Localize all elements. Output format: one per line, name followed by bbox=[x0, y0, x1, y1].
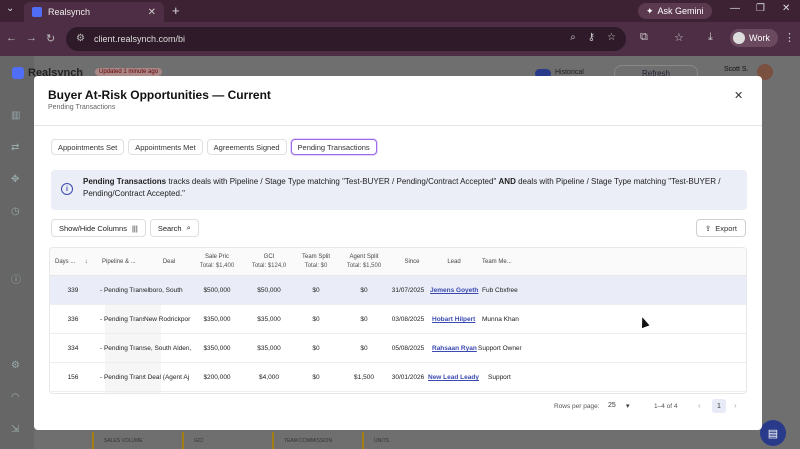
col-deal[interactable]: Deal bbox=[146, 248, 192, 276]
metric-card-gci[interactable]: GCI bbox=[182, 432, 272, 449]
info-banner: i Pending Transactions tracks deals with… bbox=[51, 170, 747, 210]
at-risk-modal: Buyer At-Risk Opportunities — Current Pe… bbox=[34, 76, 762, 430]
tab-pending-transactions[interactable]: Pending Transactions bbox=[290, 139, 377, 155]
lead-link[interactable]: New Lead Leady bbox=[428, 363, 480, 392]
forward-icon[interactable]: → bbox=[26, 32, 37, 44]
lead-link[interactable]: Hobart Hilpert bbox=[432, 305, 482, 334]
info-text: Pending Transactions tracks deals with P… bbox=[83, 177, 721, 198]
export-icon: ⇪ bbox=[705, 223, 712, 233]
metric-card-team-commission[interactable]: TEAM COMMISSION bbox=[272, 432, 362, 449]
col-lead[interactable]: Lead bbox=[434, 248, 474, 276]
export-button[interactable]: ⇪ Export bbox=[696, 219, 746, 237]
table-row[interactable]: 334 - Pending Trans se, South Alden, $35… bbox=[50, 334, 746, 363]
tab-agreements-signed[interactable]: Agreements Signed bbox=[206, 139, 287, 155]
realsynch-logo-icon bbox=[12, 67, 24, 79]
search-icon: ⌕ bbox=[186, 223, 191, 232]
col-sale-price[interactable]: Sale Pric Total: $1,400 bbox=[194, 248, 240, 276]
site-info-icon[interactable]: ⚙ bbox=[76, 33, 85, 44]
puzzle-icon[interactable]: ✥ bbox=[11, 174, 23, 186]
tab-appointments-set[interactable]: Appointments Set bbox=[51, 139, 125, 155]
app-sidebar: ▥ ⇄ ✥ ◷ ⓘ ⚙ ◠ ⇲ bbox=[0, 56, 34, 449]
ask-gemini-button[interactable]: ✦ Ask Gemini bbox=[638, 3, 712, 19]
modal-subtitle: Pending Transactions bbox=[48, 104, 116, 111]
tab-appointments-met[interactable]: Appointments Met bbox=[128, 139, 203, 155]
reload-icon[interactable]: ↻ bbox=[46, 32, 55, 45]
info-icon: i bbox=[61, 183, 73, 195]
chat-icon[interactable]: ▤ bbox=[760, 420, 786, 446]
logout-icon[interactable]: ⇲ bbox=[11, 424, 23, 436]
col-gci[interactable]: GCI Total: $124,0 bbox=[246, 248, 292, 276]
bookmark-star-icon[interactable]: ☆ bbox=[607, 32, 616, 43]
stage-tabs: Appointments Set Appointments Met Agreem… bbox=[51, 139, 377, 155]
col-team-split[interactable]: Team Split Total: $0 bbox=[294, 248, 338, 276]
browser-menu-icon[interactable]: ⋮ bbox=[784, 31, 795, 44]
address-bar[interactable]: ⚙ client.realsynch.com/bi ⌕ ⚷ ☆ bbox=[66, 27, 626, 51]
page-number-button[interactable]: 1 bbox=[712, 399, 726, 413]
columns-icon: ||| bbox=[131, 223, 138, 233]
metric-card-sales-volume[interactable]: SALES VOLUME bbox=[92, 432, 182, 449]
url-text: client.realsynch.com/bi bbox=[94, 34, 186, 44]
extensions-icon[interactable]: ⧉ bbox=[640, 31, 648, 44]
col-agent-split[interactable]: Agent Split Total: $1,500 bbox=[340, 248, 388, 276]
table-header: Days ... ↓ Pipeline & ... Deal Sale Pric… bbox=[50, 248, 746, 276]
back-icon[interactable]: ← bbox=[6, 32, 17, 44]
search-button[interactable]: Search ⌕ bbox=[149, 219, 199, 237]
col-pipeline[interactable]: Pipeline & ... bbox=[102, 248, 144, 276]
lead-link[interactable]: Jemens Goyeth bbox=[430, 276, 480, 305]
modal-title: Buyer At-Risk Opportunities — Current bbox=[48, 88, 271, 102]
password-key-icon[interactable]: ⚷ bbox=[588, 32, 595, 43]
sort-down-icon[interactable]: ↓ bbox=[81, 248, 91, 276]
metric-cards: SALES VOLUME GCI TEAM COMMISSION UNITS bbox=[92, 432, 452, 449]
rows-per-page-label: Rows per page: bbox=[554, 403, 600, 410]
show-hide-columns-button[interactable]: Show/Hide Columns ||| bbox=[51, 219, 146, 237]
headset-icon[interactable]: ◠ bbox=[11, 392, 23, 404]
new-tab-icon[interactable]: + bbox=[172, 3, 180, 18]
realsynch-favicon-icon bbox=[32, 7, 42, 17]
caret-down-icon[interactable]: ▾ bbox=[626, 402, 630, 410]
maximize-icon[interactable]: ❐ bbox=[756, 3, 765, 14]
table-row[interactable]: 339 - Pending Transs elboro, South $500,… bbox=[50, 276, 746, 305]
window-close-icon[interactable]: ✕ bbox=[782, 3, 790, 14]
chart-icon[interactable]: ▥ bbox=[11, 110, 23, 122]
next-page-icon[interactable]: › bbox=[734, 401, 737, 410]
timer-icon[interactable]: ◷ bbox=[11, 206, 23, 218]
tab-title: Realsynch bbox=[48, 7, 91, 17]
updated-badge: Updated 1 minute ago bbox=[95, 68, 163, 76]
tab-search-icon[interactable]: ⌄ bbox=[6, 3, 14, 14]
browser-tab[interactable]: Realsynch ✕ bbox=[24, 2, 164, 22]
rows-per-page-select[interactable]: 25 bbox=[608, 402, 616, 409]
profile-button[interactable]: Work bbox=[730, 29, 778, 47]
prev-page-icon[interactable]: ‹ bbox=[698, 401, 701, 410]
gemini-icon: ✦ bbox=[646, 5, 654, 16]
swap-icon[interactable]: ⇄ bbox=[11, 142, 23, 154]
zoom-icon[interactable]: ⌕ bbox=[570, 32, 576, 43]
close-tab-icon[interactable]: ✕ bbox=[148, 7, 156, 18]
modal-divider bbox=[34, 125, 762, 126]
lead-link[interactable]: Rahsaan Ryan bbox=[432, 334, 478, 363]
settings-icon[interactable]: ⚙ bbox=[11, 360, 23, 372]
table-toolbar: Show/Hide Columns ||| Search ⌕ bbox=[51, 219, 199, 237]
info-circle-icon[interactable]: ⓘ bbox=[11, 271, 23, 286]
col-team-member[interactable]: Team Me... bbox=[482, 248, 532, 276]
minimize-icon[interactable]: — bbox=[730, 3, 740, 14]
user-name: Scott S. bbox=[724, 66, 749, 73]
col-since[interactable]: Since bbox=[392, 248, 432, 276]
metric-card-units[interactable]: UNITS bbox=[362, 432, 452, 449]
download-icon[interactable]: ⤓ bbox=[708, 31, 713, 44]
profile-avatar bbox=[733, 32, 745, 44]
table-row[interactable]: 156 - Pending Trans t Deal (Agent Aj $20… bbox=[50, 363, 746, 392]
browser-tabbar: ⌄ Realsynch ✕ + ✦ Ask Gemini — ❐ ✕ bbox=[0, 0, 800, 22]
pagination-range: 1–4 of 4 bbox=[654, 403, 678, 410]
bookmarks-icon[interactable]: ☆ bbox=[674, 31, 684, 44]
close-icon[interactable]: ✕ bbox=[734, 89, 743, 102]
historical-label: Historical bbox=[555, 69, 584, 76]
